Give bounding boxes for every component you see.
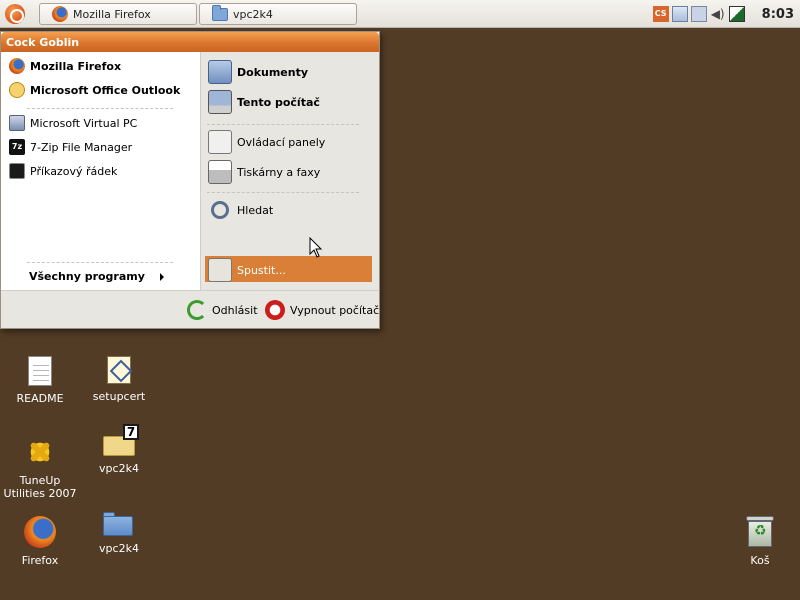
7zip-icon: 7z xyxy=(9,139,25,155)
start-button[interactable] xyxy=(2,2,28,26)
menu-item-label: Microsoft Virtual PC xyxy=(30,116,138,130)
menu-item-label: Hledat xyxy=(237,203,274,217)
user-name: Cock Goblin xyxy=(6,36,80,49)
menu-item-firefox[interactable]: Mozilla Firefox xyxy=(9,58,121,74)
desktop-icon-label: TuneUp Utilities 2007 xyxy=(3,474,77,500)
desktop-icon-vpc2k4-folder[interactable]: vpc2k4 xyxy=(79,512,159,555)
desktop-icon-label: Firefox xyxy=(21,554,59,567)
trash-icon xyxy=(746,516,774,548)
taskbar-button-vpc2k4[interactable]: vpc2k4 xyxy=(199,3,357,25)
taskbar-button-label: vpc2k4 xyxy=(233,7,273,21)
separator xyxy=(207,192,359,193)
control-panel-icon xyxy=(208,130,232,154)
system-tray: CS ◀) 8:03 xyxy=(652,0,794,28)
shutdown-button[interactable]: Vypnout počítač xyxy=(265,300,379,320)
all-programs-button[interactable]: Všechny programy xyxy=(29,270,164,283)
text-document-icon xyxy=(28,356,52,386)
desktop-icon-tuneup[interactable]: TuneUp Utilities 2007 xyxy=(0,436,80,500)
menu-item-label: Microsoft Office Outlook xyxy=(30,83,181,97)
desktop-icon-label: README xyxy=(16,392,64,405)
folder-icon xyxy=(103,512,135,536)
menu-item-label: Mozilla Firefox xyxy=(30,59,122,73)
menu-item-my-computer[interactable]: Tento počítač xyxy=(208,90,320,114)
start-menu-footer: Odhlásit Vypnout počítač xyxy=(1,290,379,328)
desktop-icon-firefox[interactable]: Firefox xyxy=(0,516,80,567)
clock[interactable]: 8:03 xyxy=(762,7,794,22)
logout-icon xyxy=(187,300,207,320)
logout-label: Odhlásit xyxy=(212,303,258,317)
certificate-icon xyxy=(107,356,131,384)
menu-item-label: Tento počítač xyxy=(237,95,320,109)
desktop-icon-setupcert[interactable]: setupcert xyxy=(79,356,159,403)
start-menu-right-pane: Dokumenty Tento počítač Ovládací panely … xyxy=(200,52,379,290)
menu-item-label: Ovládací panely xyxy=(237,135,326,149)
taskbar-button-label: Mozilla Firefox xyxy=(73,7,151,21)
computer-icon xyxy=(208,90,232,114)
menu-item-label: Příkazový řádek xyxy=(30,164,118,178)
network-icon[interactable] xyxy=(671,6,688,22)
separator xyxy=(207,124,359,125)
menu-item-run[interactable]: Spustit... xyxy=(208,258,286,282)
printer-icon xyxy=(208,160,232,184)
firefox-icon xyxy=(24,516,56,548)
menu-item-documents[interactable]: Dokumenty xyxy=(208,60,308,84)
menu-item-7zip[interactable]: 7z 7-Zip File Manager xyxy=(9,139,132,155)
desktop-icon-label: vpc2k4 xyxy=(99,462,139,475)
all-programs-label: Všechny programy xyxy=(29,270,145,283)
menu-item-label: Spustit... xyxy=(237,263,286,277)
documents-icon xyxy=(208,60,232,84)
menu-item-label: 7-Zip File Manager xyxy=(30,140,133,154)
menu-item-control-panel[interactable]: Ovládací panely xyxy=(208,130,325,154)
folder-icon xyxy=(212,4,228,21)
menu-item-virtual-pc[interactable]: Microsoft Virtual PC xyxy=(9,115,137,131)
taskbar-button-firefox[interactable]: Mozilla Firefox xyxy=(39,3,197,25)
cs-icon[interactable]: CS xyxy=(652,6,669,22)
search-icon xyxy=(211,201,229,219)
separator xyxy=(27,262,173,263)
command-prompt-icon xyxy=(9,163,25,179)
menu-item-outlook[interactable]: Microsoft Office Outlook xyxy=(9,82,180,98)
volume-icon[interactable]: ◀) xyxy=(710,6,726,22)
zip-folder-icon: 7 xyxy=(103,424,139,456)
outlook-icon xyxy=(9,82,25,98)
power-icon xyxy=(265,300,285,320)
desktop-icon-label: Koš xyxy=(750,554,770,567)
menu-item-search[interactable]: Hledat xyxy=(208,198,273,222)
start-menu-left-pane: Mozilla Firefox Microsoft Office Outlook… xyxy=(1,52,200,290)
bluetooth-icon[interactable] xyxy=(690,6,707,22)
firefox-icon xyxy=(52,6,68,22)
separator xyxy=(27,108,173,109)
desktop-icon-trash[interactable]: Koš xyxy=(720,516,800,567)
menu-item-label: Tiskárny a faxy xyxy=(237,165,321,179)
arrow-right-icon xyxy=(159,272,164,281)
battery-icon[interactable] xyxy=(728,6,745,22)
logout-button[interactable]: Odhlásit xyxy=(187,300,258,320)
start-menu: Cock Goblin Mozilla Firefox Microsoft Of… xyxy=(0,31,380,329)
virtual-pc-icon xyxy=(9,115,25,131)
shutdown-label: Vypnout počítač xyxy=(290,303,380,317)
desktop-icon-label: setupcert xyxy=(92,390,146,403)
run-icon xyxy=(208,258,232,282)
ubuntu-logo-icon xyxy=(5,4,25,24)
desktop-icon-readme[interactable]: README xyxy=(0,356,80,405)
desktop-icon-vpc2k4-zip[interactable]: 7 vpc2k4 xyxy=(79,424,159,475)
firefox-icon xyxy=(9,58,25,74)
desktop-icon-label: vpc2k4 xyxy=(99,542,139,555)
mouse-cursor-icon xyxy=(309,237,323,258)
tuneup-icon xyxy=(24,436,56,468)
menu-item-printers[interactable]: Tiskárny a faxy xyxy=(208,160,320,184)
start-menu-header: Cock Goblin xyxy=(1,32,379,52)
menu-item-label: Dokumenty xyxy=(237,65,309,79)
menu-item-command-prompt[interactable]: Příkazový řádek xyxy=(9,163,117,179)
top-panel: Mozilla Firefox vpc2k4 CS ◀) 8:03 xyxy=(0,0,800,28)
